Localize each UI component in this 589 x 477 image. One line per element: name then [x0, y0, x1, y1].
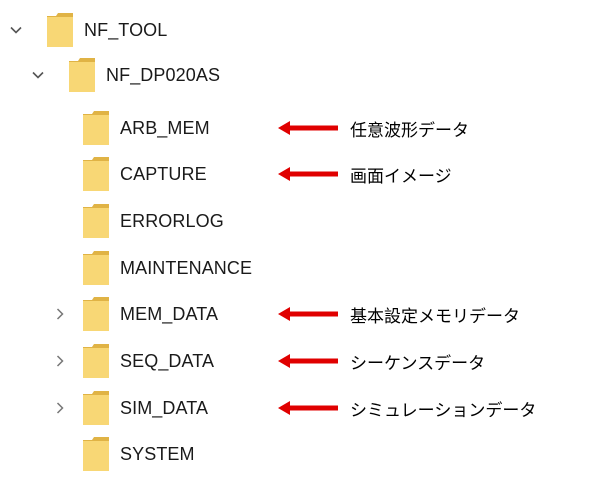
annotation-arb-mem: 任意波形データ — [278, 113, 469, 143]
chevron-right-icon[interactable] — [52, 400, 68, 416]
folder-name: MEM_DATA — [120, 303, 219, 324]
tree-node-system[interactable]: SYSTEM — [52, 434, 195, 474]
expander-placeholder — [52, 213, 68, 229]
chevron-down-icon[interactable] — [8, 22, 24, 38]
red-arrow-icon — [278, 401, 338, 415]
tree-node-nf-dp020as[interactable]: NF_DP020AS — [30, 55, 220, 95]
expander-placeholder — [52, 446, 68, 462]
folder-icon — [82, 110, 110, 146]
folder-name: SIM_DATA — [120, 397, 209, 418]
annotation-capture: 画面イメージ — [278, 159, 452, 189]
red-arrow-icon — [278, 354, 338, 368]
tree-node-mem-data[interactable]: MEM_DATA — [52, 294, 218, 334]
tree-node-arb-mem[interactable]: ARB_MEM — [52, 108, 210, 148]
folder-name: NF_TOOL — [84, 19, 168, 40]
expander-placeholder — [52, 120, 68, 136]
chevron-down-icon[interactable] — [30, 67, 46, 83]
tree-node-nf-tool[interactable]: NF_TOOL — [8, 10, 167, 50]
tree-node-seq-data[interactable]: SEQ_DATA — [52, 341, 214, 381]
folder-name: MAINTENANCE — [120, 257, 253, 278]
folder-icon — [82, 436, 110, 472]
annotation-label: 基本設定メモリデータ — [350, 306, 520, 327]
folder-icon — [82, 343, 110, 379]
folder-icon — [82, 203, 110, 239]
expander-placeholder — [52, 166, 68, 182]
folder-name: SYSTEM — [120, 443, 195, 464]
tree-node-capture[interactable]: CAPTURE — [52, 154, 207, 194]
folder-name: ERRORLOG — [120, 210, 224, 231]
annotation-sim-data: シミュレーションデータ — [278, 393, 536, 423]
folder-name: SEQ_DATA — [120, 350, 215, 371]
red-arrow-icon — [278, 121, 338, 135]
expander-placeholder — [52, 260, 68, 276]
folder-name: NF_DP020AS — [106, 64, 221, 85]
folder-name: ARB_MEM — [120, 117, 210, 138]
annotation-label: 画面イメージ — [350, 166, 452, 187]
folder-icon — [82, 296, 110, 332]
tree-node-maintenance[interactable]: MAINTENANCE — [52, 248, 252, 288]
chevron-right-icon[interactable] — [52, 353, 68, 369]
red-arrow-icon — [278, 307, 338, 321]
folder-icon — [82, 250, 110, 286]
folder-icon — [46, 12, 74, 48]
folder-icon — [82, 156, 110, 192]
annotation-label: シーケンスデータ — [350, 353, 486, 374]
folder-icon — [68, 57, 96, 93]
tree-node-sim-data[interactable]: SIM_DATA — [52, 388, 208, 428]
folder-name: CAPTURE — [120, 163, 207, 184]
red-arrow-icon — [278, 167, 338, 181]
annotation-seq-data: シーケンスデータ — [278, 346, 485, 376]
annotation-label: シミュレーションデータ — [350, 400, 537, 421]
annotation-mem-data: 基本設定メモリデータ — [278, 299, 520, 329]
folder-icon — [82, 390, 110, 426]
tree-node-errorlog[interactable]: ERRORLOG — [52, 201, 224, 241]
annotation-label: 任意波形データ — [350, 120, 469, 141]
chevron-right-icon[interactable] — [52, 306, 68, 322]
